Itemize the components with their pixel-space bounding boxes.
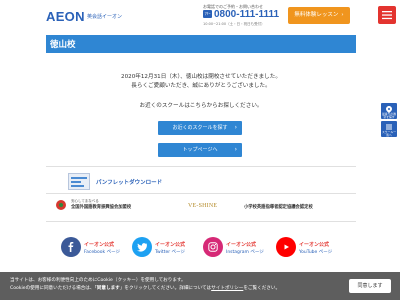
hamburger-icon: [382, 11, 392, 20]
pamphlet-download-link[interactable]: パンフレットダウンロード: [96, 178, 162, 186]
closure-message-line1: 2020年12月31日（木）、徳山校は閉校させていただきました。: [121, 74, 281, 80]
instagram-label-line1[interactable]: イーオン公式: [226, 241, 256, 248]
pamphlet-thumb-bar: [71, 181, 81, 183]
chevron-right-icon: ›: [341, 12, 344, 18]
instagram-button[interactable]: [203, 237, 223, 257]
chevron-right-icon: ›: [234, 124, 237, 131]
twitter-icon: [137, 243, 147, 252]
school-title-bar: 徳山校: [46, 35, 356, 53]
side-school-list-label: スクール一覧へ: [382, 130, 396, 137]
free-dial-icon: ﾌﾘｰ: [203, 10, 212, 18]
youtube-label-line1[interactable]: イーオン公式: [299, 241, 329, 248]
side-school-list-button[interactable]: スクール一覧へ: [381, 121, 397, 137]
facebook-label-line2[interactable]: Facebook ページ: [84, 249, 120, 255]
tel-hours: 10:00~21:00（土・日・祝日も受付）: [203, 22, 265, 26]
twitter-label-line1[interactable]: イーオン公式: [155, 241, 185, 248]
side-find-school-button[interactable]: 最寄りの教室を探す: [381, 103, 397, 119]
closure-message-line2: 長らくご愛顧いただき、誠にありがとうございました。: [131, 83, 271, 89]
youtube-icon: [284, 244, 289, 250]
top-page-label: トップページへ: [182, 147, 218, 153]
section-divider: [46, 166, 356, 167]
closure-message-line3: お近くのスクールはこちらからお探しください。: [139, 103, 263, 109]
twitter-label-line2[interactable]: Twitter ページ: [155, 249, 185, 255]
free-trial-label: 無料体験レッスン: [294, 12, 339, 18]
twitter-button[interactable]: [132, 237, 152, 257]
find-school-button[interactable]: お近くのスクールを探す ›: [158, 121, 242, 135]
facebook-icon: [68, 242, 74, 252]
instagram-icon: [208, 242, 218, 252]
cookie-banner: 当サイトは、お客様の利便性向上のためにCookie（クッキー）を使用しております…: [0, 272, 400, 300]
pamphlet-thumb-bar: [71, 177, 87, 179]
cookie-line2-post: をご覧ください。: [243, 286, 281, 291]
facebook-button[interactable]: [61, 237, 81, 257]
cookie-agree-button[interactable]: 同意します: [349, 279, 391, 293]
pamphlet-thumbnail[interactable]: [68, 173, 90, 190]
association-logo-icon: [56, 200, 66, 210]
cookie-line2-pre: Cookieの使用に同意いただける場合は、「: [10, 286, 97, 291]
aeon-logo[interactable]: AEON: [46, 9, 85, 24]
instagram-label-line2[interactable]: Instagram ページ: [226, 249, 264, 255]
youtube-label-line2[interactable]: YouTube ページ: [299, 249, 332, 255]
vshine-logo: VE-SHINE: [188, 203, 218, 209]
chevron-right-icon: ›: [234, 146, 237, 153]
section-divider: [46, 193, 356, 194]
top-page-button[interactable]: トップページへ ›: [158, 143, 242, 157]
association-name[interactable]: 全国外国語教育振興協会加盟校: [71, 204, 131, 210]
facebook-label-line1[interactable]: イーオン公式: [84, 241, 114, 248]
logo-subtitle: 英会話イーオン: [87, 14, 123, 20]
site-policy-link[interactable]: サイトポリシー: [211, 286, 243, 291]
cookie-agree-emphasis: 同意します: [96, 286, 120, 291]
cookie-line2-mid: 」をクリックしてください。詳細については: [119, 286, 212, 291]
page-title: 徳山校: [50, 40, 76, 50]
site-header: AEON 英会話イーオン お電話でのご予約・お問い合わせ ﾌﾘｰ 0800-11…: [0, 0, 400, 34]
menu-button[interactable]: [378, 6, 396, 24]
tel-number[interactable]: 0800-111-1111: [214, 9, 279, 20]
cookie-line1: 当サイトは、お客様の利便性向上のためにCookie（クッキー）を使用しております…: [10, 278, 186, 283]
youtube-button[interactable]: [276, 237, 296, 257]
pamphlet-thumb-bar: [71, 185, 84, 187]
section-divider: [46, 221, 356, 222]
cookie-message: 当サイトは、お客様の利便性向上のためにCookie（クッキー）を使用しております…: [10, 277, 340, 293]
certification-name[interactable]: 小学校英語指導者認定協議会認定校: [244, 204, 313, 210]
side-find-school-label: 最寄りの教室を探す: [382, 112, 396, 119]
find-school-label: お近くのスクールを探す: [172, 125, 228, 131]
free-trial-button[interactable]: 無料体験レッスン ›: [288, 7, 350, 24]
